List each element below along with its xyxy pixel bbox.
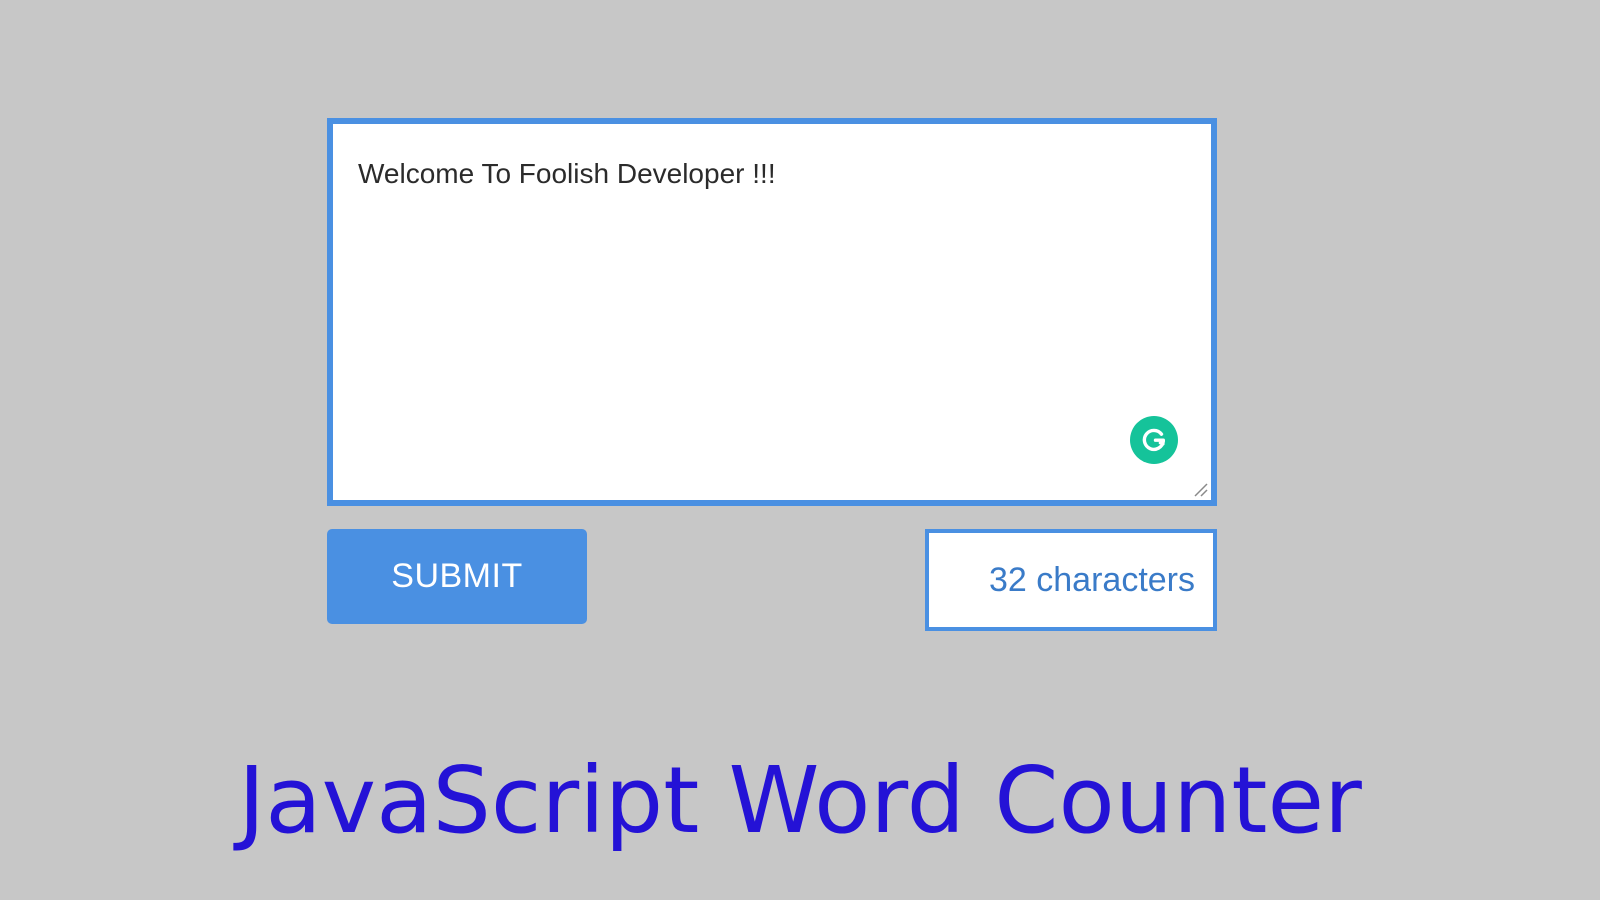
submit-button[interactable]: SUBMIT [327,529,587,624]
text-input-area[interactable]: Welcome To Foolish Developer !!! [327,118,1217,506]
text-input-value: Welcome To Foolish Developer !!! [358,158,776,189]
resize-grip-icon[interactable] [1189,478,1209,498]
page-title: JavaScript Word Counter [238,747,1362,854]
grammarly-icon[interactable] [1130,416,1178,464]
character-count-display: 32 characters [925,529,1217,631]
